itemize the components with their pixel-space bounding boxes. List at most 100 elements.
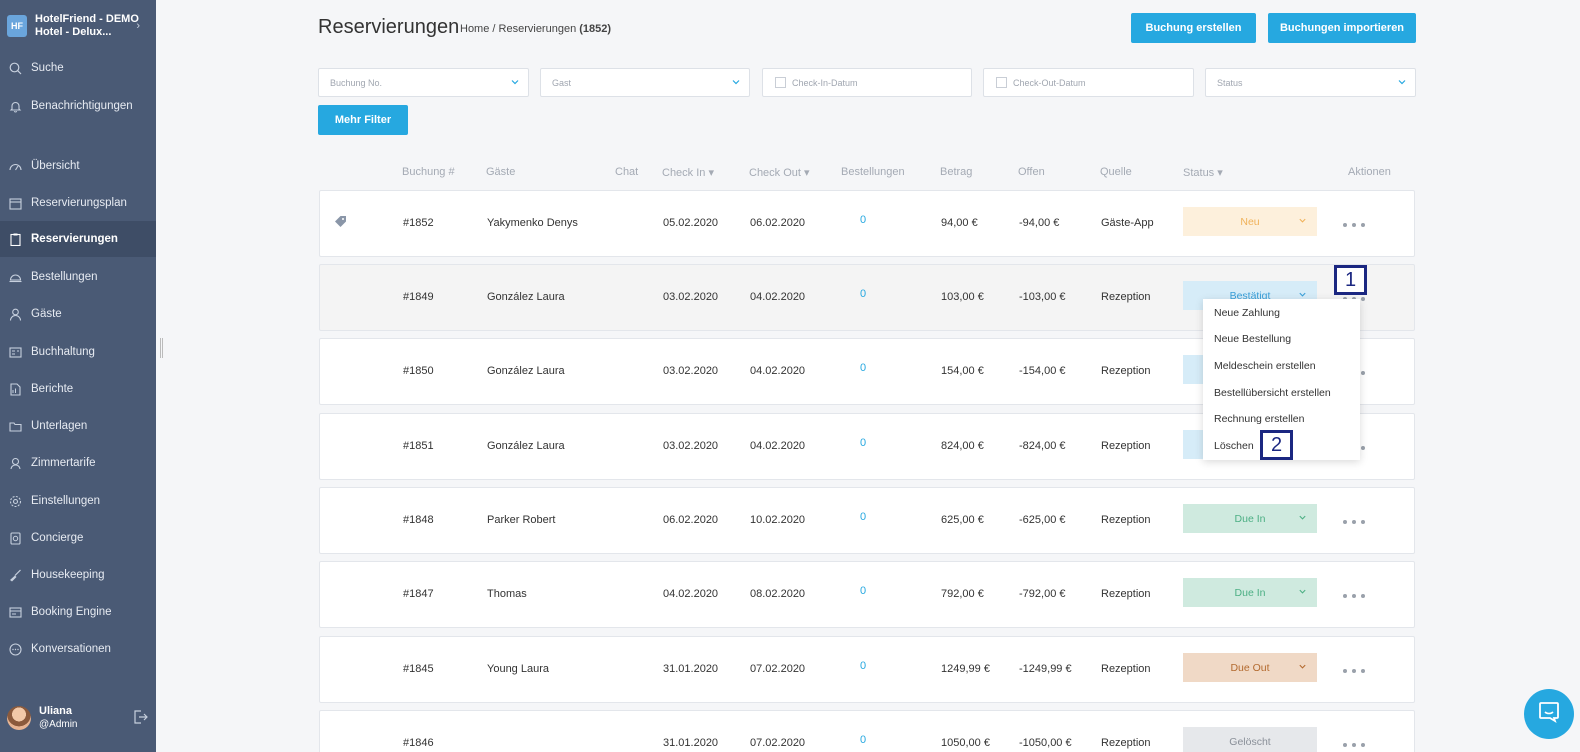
status-label: Neu	[1240, 215, 1260, 228]
support-chat-button[interactable]	[1524, 689, 1574, 739]
menu-item-4[interactable]: Bestellübersicht erstellen	[1214, 387, 1331, 399]
chevron-right-icon: ›	[136, 20, 140, 32]
broom-icon	[8, 568, 22, 582]
check-in-date: 03.02.2020	[663, 291, 719, 303]
more-actions-icon[interactable]	[1342, 512, 1366, 529]
sidebar-item-zimmertarife[interactable]: Zimmertarife	[0, 445, 156, 481]
check-in-checkbox[interactable]	[775, 77, 786, 88]
check-in-date: 05.02.2020	[663, 217, 719, 229]
sidebar-item-unterlagen[interactable]: Unterlagen	[0, 408, 156, 444]
amount: 1050,00 €	[941, 737, 990, 749]
sort-down-icon: ▾	[800, 167, 810, 179]
sidebar-item-housekeeping[interactable]: Housekeeping	[0, 557, 156, 593]
sidebar-search[interactable]: Suche	[0, 50, 156, 86]
sidebar-item-einstellungen[interactable]: Einstellungen	[0, 483, 156, 519]
sidebar-item-übersicht[interactable]: Übersicht	[0, 148, 156, 184]
orders-count[interactable]: 0	[860, 437, 866, 449]
guest-name: Yakymenko Denys	[487, 217, 578, 229]
sidebar-item-gäste[interactable]: Gäste	[0, 296, 156, 332]
sidebar-item-label: Reservierungsplan	[31, 197, 127, 209]
header-guests[interactable]: Gäste	[486, 166, 515, 178]
sidebar-item-berichte[interactable]: Berichte	[0, 371, 156, 407]
sidebar-item-bestellungen[interactable]: Bestellungen	[0, 259, 156, 295]
reservations-icon	[8, 232, 22, 246]
sidebar-item-concierge[interactable]: Concierge	[0, 520, 156, 556]
status-select[interactable]: Gelöscht	[1183, 727, 1317, 752]
header-booking[interactable]: Buchung #	[402, 166, 455, 178]
orders-count[interactable]: 0	[860, 511, 866, 523]
orders-count[interactable]: 0	[860, 362, 866, 374]
check-out-date: 04.02.2020	[750, 291, 806, 303]
status-select[interactable]: Due In	[1183, 578, 1317, 607]
sidebar-item-booking-engine[interactable]: Booking Engine	[0, 594, 156, 630]
menu-item-1[interactable]: Neue Zahlung	[1214, 307, 1280, 319]
menu-item-6[interactable]: Löschen	[1214, 440, 1254, 452]
status-select[interactable]: Due Out	[1183, 653, 1317, 682]
guest-name: Young Laura	[487, 663, 549, 675]
booking-id: #1851	[403, 440, 434, 452]
hotel-switcher[interactable]: HF HotelFriend - DEMO Hotel - Delux... ›	[0, 0, 156, 52]
report-icon	[8, 382, 22, 396]
booking-id: #1846	[403, 737, 434, 749]
import-bookings-button[interactable]: Buchungen importieren	[1268, 13, 1416, 43]
booking-no-filter[interactable]: Buchung No.	[318, 68, 529, 97]
more-actions-icon[interactable]	[1342, 586, 1366, 603]
orders-count[interactable]: 0	[860, 288, 866, 300]
header-status-label: Status	[1183, 167, 1215, 179]
breadcrumb-home[interactable]: Home	[460, 23, 489, 35]
sidebar-item-label: Konversationen	[31, 643, 111, 655]
header-checkout[interactable]: Check Out ▾	[749, 166, 810, 179]
check-out-date: 06.02.2020	[750, 217, 806, 229]
open-amount: -103,00 €	[1019, 291, 1066, 303]
user-name: Uliana	[39, 705, 73, 717]
orders-count[interactable]: 0	[860, 214, 866, 226]
sidebar-resize-handle[interactable]	[160, 338, 163, 358]
logout-icon[interactable]	[132, 709, 148, 730]
create-booking-button[interactable]: Buchung erstellen	[1131, 13, 1256, 43]
orders-count[interactable]: 0	[860, 585, 866, 597]
sidebar-item-reservierungen[interactable]: Reservierungen	[0, 221, 156, 257]
menu-item-5[interactable]: Rechnung erstellen	[1214, 413, 1304, 425]
sidebar-item-label: Einstellungen	[31, 495, 101, 507]
table-row[interactable]: #1847 Thomas 04.02.2020 08.02.2020 0 792,00 €…	[319, 561, 1415, 628]
menu-item-3[interactable]: Meldeschein erstellen	[1214, 360, 1316, 372]
sidebar-notifications[interactable]: Benachrichtigungen	[0, 88, 156, 124]
guest-name: Parker Robert	[487, 514, 556, 526]
source: Rezeption	[1101, 291, 1151, 303]
check-out-date-filter[interactable]: Check-Out-Datum	[983, 68, 1194, 97]
more-actions-icon[interactable]	[1342, 661, 1366, 678]
sidebar-item-konversationen[interactable]: Konversationen	[0, 631, 156, 667]
sidebar-item-reservierungsplan[interactable]: Reservierungsplan	[0, 185, 156, 221]
sidebar-search-label: Suche	[31, 62, 64, 74]
rate-icon	[8, 456, 22, 470]
header-checkin[interactable]: Check In ▾	[662, 166, 714, 179]
amount: 1249,99 €	[941, 663, 990, 675]
breadcrumb: Home / Reservierungen (1852)	[460, 23, 611, 35]
table-row[interactable]: #1852 Yakymenko Denys 05.02.2020 06.02.2020…	[319, 190, 1415, 257]
header-status[interactable]: Status ▾	[1183, 166, 1223, 179]
table-row[interactable]: #1848 Parker Robert 06.02.2020 10.02.2020 0 6…	[319, 487, 1415, 554]
cloche-icon	[8, 270, 22, 284]
table-row[interactable]: #1846 31.01.2020 07.02.2020 0 1050,00 € -1050…	[319, 710, 1415, 752]
guest-filter[interactable]: Gast	[540, 68, 750, 97]
sidebar-item-label: Reservierungen	[31, 233, 118, 245]
more-actions-icon[interactable]	[1342, 215, 1366, 232]
check-out-checkbox[interactable]	[996, 77, 1007, 88]
status-select[interactable]: Neu	[1183, 207, 1317, 236]
sidebar-item-buchhaltung[interactable]: Buchhaltung	[0, 334, 156, 370]
breadcrumb-separator: /	[492, 23, 496, 35]
table-row[interactable]: #1845 Young Laura 31.01.2020 07.02.2020 0 124…	[319, 636, 1415, 703]
menu-item-2[interactable]: Neue Bestellung	[1214, 333, 1291, 345]
check-in-date-filter[interactable]: Check-In-Datum	[762, 68, 972, 97]
orders-count[interactable]: 0	[860, 660, 866, 672]
status-filter[interactable]: Status	[1205, 68, 1416, 97]
open-amount: -824,00 €	[1019, 440, 1066, 452]
more-actions-icon[interactable]	[1342, 735, 1366, 752]
orders-count[interactable]: 0	[860, 734, 866, 746]
status-select[interactable]: Due In	[1183, 504, 1317, 533]
status-label: Due Out	[1230, 661, 1270, 674]
more-filters-button[interactable]: Mehr Filter	[318, 105, 408, 135]
user-profile[interactable]: Uliana @Admin	[0, 700, 156, 736]
guest-placeholder: Gast	[552, 77, 572, 88]
check-out-date: 08.02.2020	[750, 588, 806, 600]
